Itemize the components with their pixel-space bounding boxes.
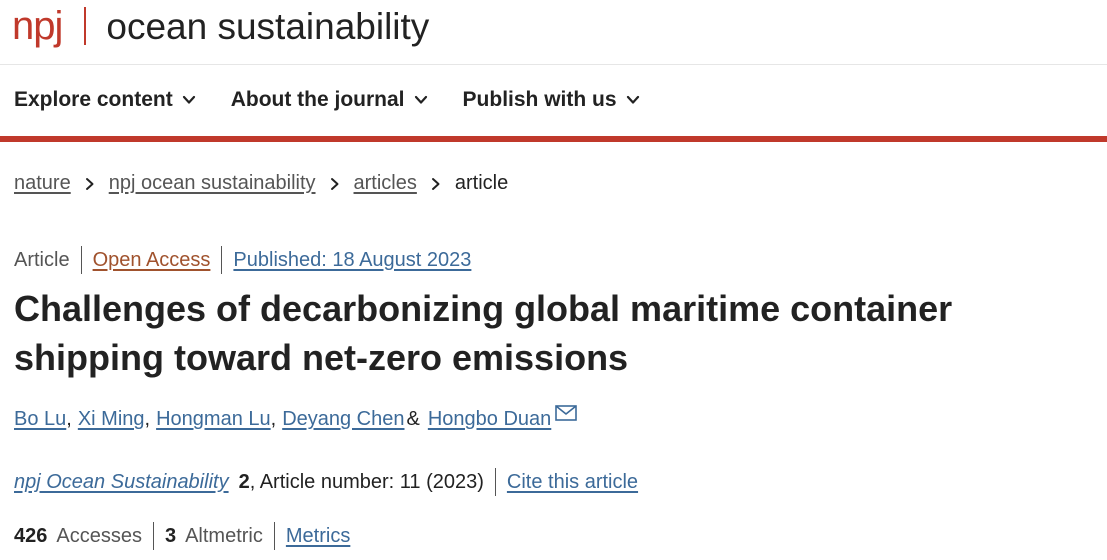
nav-item-label: Publish with us — [462, 88, 617, 111]
author-link[interactable]: Bo Lu — [14, 408, 66, 431]
journal-logo[interactable]: npj ocean sustainability — [12, 2, 429, 50]
article-meta: Article Open Access Published: 18 August… — [14, 246, 471, 274]
breadcrumb-nature[interactable]: nature — [14, 172, 71, 195]
volume-number: 2 — [238, 470, 250, 493]
chevron-down-icon — [626, 95, 639, 104]
chevron-down-icon — [414, 95, 427, 104]
article-number: , Article number: 11 (2023) — [249, 470, 484, 493]
header-accent-rule — [0, 136, 1107, 142]
site-header: npj ocean sustainability — [0, 0, 1107, 65]
chevron-down-icon — [182, 95, 195, 104]
divider — [152, 522, 154, 550]
brand-divider — [84, 7, 87, 45]
breadcrumb-articles[interactable]: articles — [354, 172, 417, 195]
altmetric-count: 3 — [164, 524, 177, 547]
author-separator: , — [270, 408, 277, 430]
chevron-right-icon — [330, 177, 339, 190]
brand-journal-name: ocean sustainability — [106, 5, 430, 47]
article-metrics: 426 Accesses 3 Altmetric Metrics — [14, 522, 350, 550]
author-separator: , — [66, 408, 72, 430]
altmetric-label: Altmetric — [185, 524, 263, 547]
author-link[interactable]: Deyang Chen — [282, 408, 404, 431]
author-last-separator: & — [406, 408, 420, 430]
chevron-right-icon — [85, 177, 94, 190]
author-list: Bo Lu, Xi Ming, Hongman Lu, Deyang Chen … — [14, 404, 578, 431]
article-type: Article — [14, 248, 70, 271]
author-link[interactable]: Hongman Lu — [156, 408, 271, 431]
brand-prefix: npj — [12, 4, 63, 48]
author-separator: , — [144, 408, 151, 430]
main-nav: Explore content About the journal Publis… — [0, 64, 1107, 136]
mail-icon[interactable] — [555, 404, 578, 421]
citation-line: npj Ocean Sustainability 2 , Article num… — [14, 468, 638, 496]
chevron-right-icon — [431, 177, 440, 190]
nav-item-label: About the journal — [230, 88, 405, 111]
accesses-count: 426 — [14, 524, 48, 547]
cite-this-article-link[interactable]: Cite this article — [507, 471, 638, 494]
open-access-link[interactable]: Open Access — [93, 249, 211, 272]
journal-link[interactable]: npj Ocean Sustainability — [14, 471, 229, 494]
breadcrumb-current: article — [454, 172, 509, 194]
author-link[interactable]: Hongbo Duan — [428, 408, 551, 431]
divider — [273, 522, 275, 550]
published-date-link[interactable]: Published: 18 August 2023 — [233, 249, 471, 272]
breadcrumb: nature npj ocean sustainability articles… — [14, 172, 508, 195]
article-title: Challenges of decarbonizing global marit… — [14, 288, 953, 378]
nav-publish-with-us[interactable]: Publish with us — [463, 88, 640, 112]
breadcrumb-journal[interactable]: npj ocean sustainability — [109, 172, 316, 195]
nav-explore-content[interactable]: Explore content — [14, 88, 196, 112]
divider — [494, 468, 496, 496]
author-link[interactable]: Xi Ming — [78, 408, 145, 431]
accesses-label: Accesses — [56, 524, 142, 547]
metrics-link[interactable]: Metrics — [286, 525, 350, 548]
divider — [80, 246, 82, 274]
divider — [221, 246, 223, 274]
nav-item-label: Explore content — [14, 88, 173, 111]
nav-about-the-journal[interactable]: About the journal — [231, 88, 428, 112]
